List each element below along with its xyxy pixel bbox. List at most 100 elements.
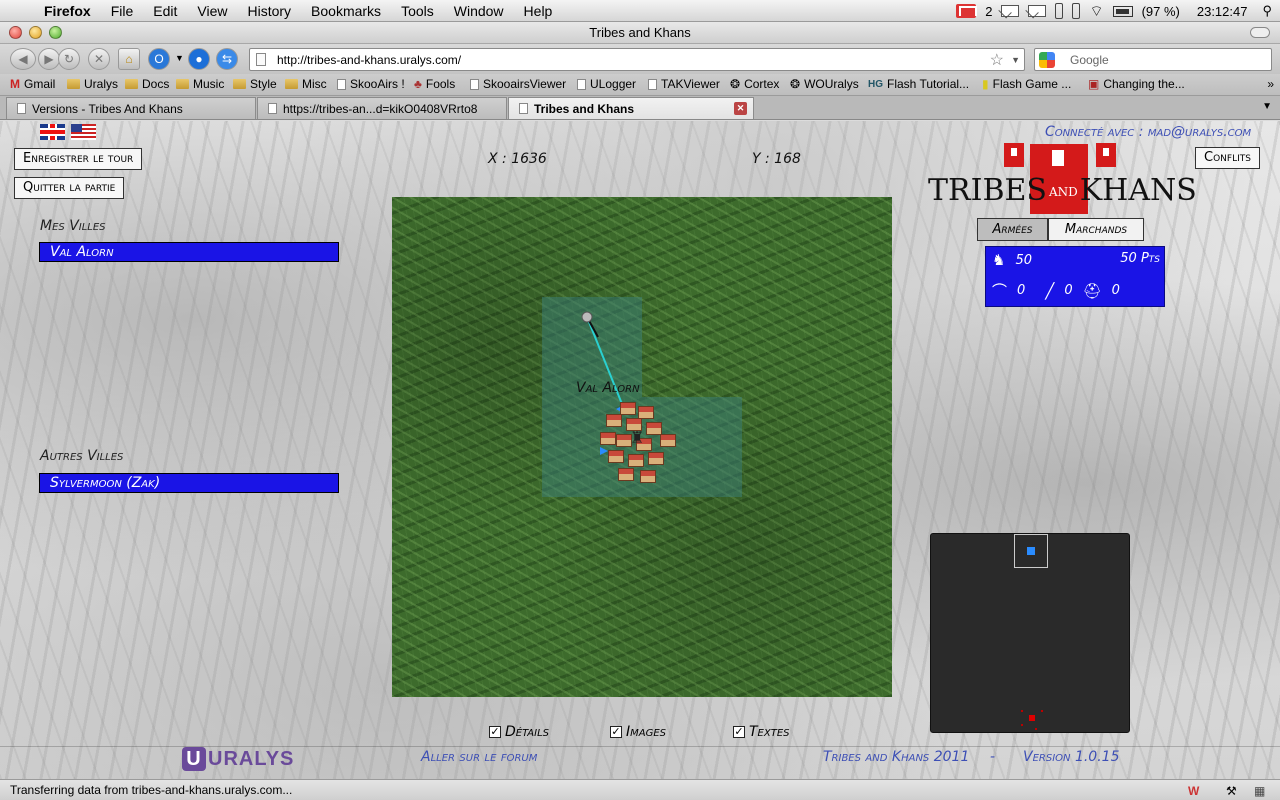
forum-link[interactable]: Aller sur le forum — [421, 749, 537, 765]
zoom-window-button[interactable] — [49, 26, 62, 39]
city-building — [648, 452, 664, 465]
images-checkbox[interactable]: ✓ — [610, 726, 622, 738]
bookmark-skooairsviewer[interactable]: SkooairsViewer — [470, 77, 566, 91]
google-icon[interactable] — [1039, 52, 1055, 68]
army-panel[interactable]: ♞ 50 50 Pts ⌒ 0 ╱ 0 ⛑ 0 — [985, 246, 1165, 307]
wifi-icon[interactable]: ⌔ — [1089, 2, 1103, 21]
share-icon[interactable]: ⇆ — [216, 48, 238, 70]
bookmark-docs[interactable]: Docs — [125, 77, 169, 91]
forward-button[interactable]: ▶ — [38, 48, 60, 70]
my-cities-label: Mes Villes — [40, 218, 106, 234]
search-bar[interactable]: Google — [1034, 48, 1272, 71]
menu-window[interactable]: Window — [444, 3, 514, 19]
tab-https[interactable]: https://tribes-an...d=kikO0408VRrto8 — [257, 97, 507, 119]
gmail-icon: M — [10, 77, 20, 91]
images-toggle[interactable]: ✓ Images — [610, 724, 666, 740]
bookmark-uralys[interactable]: Uralys — [67, 77, 118, 91]
us-flag-icon[interactable] — [71, 124, 96, 140]
envelope-icon[interactable] — [1001, 5, 1020, 17]
bookmark-gmail[interactable]: M Gmail — [10, 77, 55, 91]
menu-app[interactable]: Firefox — [40, 3, 101, 19]
menu-edit[interactable]: Edit — [143, 3, 187, 19]
tab-armies[interactable]: Armées — [977, 218, 1048, 241]
menu-file[interactable]: File — [101, 3, 144, 19]
menu-history[interactable]: History — [237, 3, 301, 19]
url-bar[interactable]: http://tribes-and-khans.uralys.com/ ☆ ▼ — [249, 48, 1025, 71]
battery-percent: (97 %) — [1141, 3, 1180, 19]
bookmark-takviewer[interactable]: TAKViewer — [648, 77, 720, 91]
menu-tools[interactable]: Tools — [391, 3, 444, 19]
city-val-alorn[interactable]: ♜ — [600, 402, 680, 492]
chevron-down-icon[interactable]: ▼ — [1011, 55, 1020, 65]
battery-icon[interactable] — [1112, 5, 1133, 17]
menu-bookmarks[interactable]: Bookmarks — [301, 3, 391, 19]
bookmark-ulogger[interactable]: ULogger — [577, 77, 636, 91]
bookmark-misc[interactable]: Misc — [285, 77, 327, 91]
army-unit-icon[interactable]: ♜ — [630, 428, 644, 448]
close-tab-icon[interactable]: ✕ — [734, 102, 747, 115]
stop-button[interactable]: ✕ — [88, 48, 110, 70]
addon-icon[interactable]: W — [1188, 784, 1199, 798]
uk-flag-icon[interactable] — [40, 124, 65, 140]
quit-game-button[interactable]: Quitter la partie — [14, 177, 125, 199]
bookmark-cortex[interactable]: ❂ Cortex — [730, 77, 779, 91]
minimap[interactable] — [930, 533, 1130, 733]
envelope-icon[interactable] — [1028, 5, 1047, 17]
bookmark-skooairs[interactable]: SkooAirs ! — [337, 77, 405, 91]
url-text[interactable]: http://tribes-and-khans.uralys.com/ — [277, 53, 461, 67]
resize-grip-icon[interactable]: ▦ — [1254, 784, 1265, 798]
bookmark-star-icon[interactable]: ☆ — [990, 50, 1004, 70]
gmail-icon[interactable] — [956, 4, 977, 18]
texts-checkbox[interactable]: ✓ — [733, 726, 745, 738]
details-checkbox[interactable]: ✓ — [489, 726, 501, 738]
chevron-right-icon[interactable]: » — [1267, 77, 1274, 91]
texts-toggle[interactable]: ✓ Textes — [733, 724, 790, 740]
bookmark-style[interactable]: Style — [233, 77, 277, 91]
uralys-logo-text: URALYS — [208, 748, 295, 770]
conflicts-button[interactable]: Conflits — [1195, 147, 1260, 169]
phone-icon[interactable] — [1072, 3, 1081, 19]
enemy-marker — [1041, 710, 1043, 712]
menu-view[interactable]: View — [187, 3, 237, 19]
chevron-down-icon[interactable]: ▼ — [1262, 101, 1272, 112]
bookmark-flash-game[interactable]: ▮ Flash Game ... — [982, 77, 1071, 91]
home-button[interactable]: ⌂ — [118, 48, 140, 70]
game-viewport[interactable]: Connecté avec : mad@uralys.com Enregistr… — [0, 121, 1280, 779]
world-map[interactable]: Val Alorn ♜ — [392, 197, 892, 697]
phone-icon[interactable] — [1055, 3, 1064, 19]
enemy-city-marker — [1029, 715, 1035, 721]
other-city-item[interactable]: Sylvermoon (Zak) — [39, 473, 339, 493]
close-window-button[interactable] — [9, 26, 22, 39]
page-icon — [337, 78, 346, 90]
tab-tribes-and-khans[interactable]: Tribes and Khans ✕ — [508, 97, 754, 119]
chevron-down-icon[interactable]: ▼ — [175, 53, 184, 63]
tab-versions[interactable]: Versions - Tribes And Khans — [6, 97, 256, 119]
status-bar: Transferring data from tribes-and-khans.… — [0, 779, 1280, 800]
bookmark-fools[interactable]: ♣ Fools — [414, 77, 455, 91]
uralys-logo[interactable]: U URALYS — [182, 747, 294, 771]
search-input[interactable]: Google — [1070, 53, 1109, 67]
minimize-window-button[interactable] — [29, 26, 42, 39]
page-icon — [268, 103, 277, 114]
minimap-viewport[interactable] — [1014, 534, 1048, 568]
bookmark-music[interactable]: Music — [176, 77, 224, 91]
details-toggle[interactable]: ✓ Détails — [489, 724, 549, 740]
army-spears: 0 — [1064, 283, 1073, 298]
tools-icon[interactable]: ⚒ — [1226, 784, 1237, 798]
connected-as: Connecté avec : mad@uralys.com — [1045, 124, 1252, 140]
bookmark-changing-the[interactable]: ▣ Changing the... — [1088, 77, 1185, 91]
tab-merchants[interactable]: Marchands — [1048, 218, 1144, 241]
reload-button[interactable]: ↻ — [58, 48, 80, 70]
clock[interactable]: 23:12:47 — [1197, 4, 1248, 19]
save-turn-button[interactable]: Enregistrer le tour — [14, 148, 143, 170]
toolbar-toggle-button[interactable] — [1250, 27, 1270, 38]
folder-icon — [67, 79, 80, 89]
back-button[interactable]: ◀ — [10, 48, 36, 70]
bookmark-flash-tutorial[interactable]: HG Flash Tutorial... — [868, 77, 969, 91]
menu-help[interactable]: Help — [514, 3, 563, 19]
spotlight-icon[interactable]: ⚲ — [1262, 3, 1272, 19]
addon-icon[interactable]: ● — [188, 48, 210, 70]
addon-icon[interactable]: O — [148, 48, 170, 70]
bookmark-wouralys[interactable]: ❂ WOUralys — [790, 77, 859, 91]
my-city-item[interactable]: Val Alorn — [39, 242, 339, 262]
